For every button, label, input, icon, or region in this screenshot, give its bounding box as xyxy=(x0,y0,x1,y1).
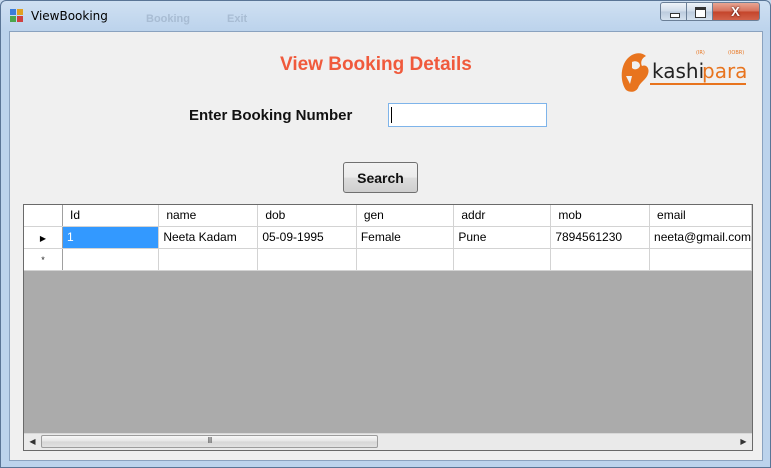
grid-corner-cell[interactable] xyxy=(24,205,63,227)
logo-text-kashi: kashi xyxy=(652,59,704,83)
page-title: View Booking Details xyxy=(280,54,472,75)
booking-number-label: Enter Booking Number xyxy=(189,107,353,124)
new-row[interactable]: * xyxy=(24,248,752,271)
cell-name[interactable]: Neeta Kadam xyxy=(158,226,259,249)
ghost-menu-booking: Booking xyxy=(146,13,190,25)
lion-head-icon: kashi para (IR) (IOBR) xyxy=(621,50,747,92)
column-header-id[interactable]: Id xyxy=(62,205,160,227)
maximize-button[interactable] xyxy=(687,2,713,21)
kashipara-logo: kashi para (IR) (IOBR) xyxy=(618,46,748,96)
cell-addr[interactable]: Pune xyxy=(453,226,552,249)
logo-text-para: para xyxy=(702,59,747,83)
new-cell[interactable] xyxy=(453,248,552,271)
cell-id[interactable]: 1 xyxy=(62,226,160,249)
new-cell[interactable] xyxy=(550,248,651,271)
scroll-left-icon[interactable]: ◀ xyxy=(24,434,41,450)
new-cell[interactable] xyxy=(649,248,752,271)
title-bar[interactable]: ViewBooking Booking Exit X xyxy=(1,1,770,31)
cell-email[interactable]: neeta@gmail.com xyxy=(649,226,752,249)
column-header-dob[interactable]: dob xyxy=(257,205,357,227)
booking-number-input[interactable] xyxy=(388,103,547,127)
scroll-right-icon[interactable]: ▶ xyxy=(735,434,752,450)
cell-gen[interactable]: Female xyxy=(356,226,455,249)
horizontal-scrollbar[interactable]: ◀ III ▶ xyxy=(24,433,752,450)
close-icon: X xyxy=(731,4,740,19)
minimize-icon xyxy=(670,13,680,18)
new-cell[interactable] xyxy=(257,248,357,271)
close-button[interactable]: X xyxy=(713,2,760,21)
maximize-icon xyxy=(695,7,706,18)
column-header-addr[interactable]: addr xyxy=(453,205,552,227)
grid-header-row: Id name dob gen addr mob email xyxy=(24,205,752,227)
minimize-button[interactable] xyxy=(660,2,687,21)
row-header-current[interactable]: ▶ xyxy=(24,226,63,249)
view-booking-window: ViewBooking Booking Exit X View Booking … xyxy=(0,0,771,468)
new-cell[interactable] xyxy=(158,248,259,271)
column-header-gen[interactable]: gen xyxy=(356,205,455,227)
booking-data-grid[interactable]: Id name dob gen addr mob email ▶ 1 Neeta… xyxy=(23,204,753,451)
row-header-new[interactable]: * xyxy=(24,248,63,271)
text-caret xyxy=(391,107,392,123)
app-icon xyxy=(10,9,24,23)
logo-small-left: (IR) xyxy=(696,50,705,56)
column-header-name[interactable]: name xyxy=(158,205,259,227)
new-cell[interactable] xyxy=(356,248,455,271)
logo-small-right: (IOBR) xyxy=(728,50,744,56)
new-cell[interactable] xyxy=(62,248,160,271)
current-row-icon: ▶ xyxy=(39,234,47,243)
window-title: ViewBooking xyxy=(31,9,108,23)
scroll-thumb[interactable]: III xyxy=(41,435,378,448)
cell-mob[interactable]: 7894561230 xyxy=(550,226,651,249)
column-header-mob[interactable]: mob xyxy=(550,205,651,227)
column-header-email[interactable]: email xyxy=(649,205,752,227)
ghost-menu-exit: Exit xyxy=(227,13,248,25)
cell-dob[interactable]: 05-09-1995 xyxy=(257,226,357,249)
grid-table: Id name dob gen addr mob email ▶ 1 Neeta… xyxy=(24,205,752,271)
form-client-area: View Booking Details kashi para (IR) (IO… xyxy=(9,31,763,461)
search-button[interactable]: Search xyxy=(343,162,418,193)
table-row[interactable]: ▶ 1 Neeta Kadam 05-09-1995 Female Pune 7… xyxy=(24,226,752,249)
new-row-icon: * xyxy=(41,255,45,265)
